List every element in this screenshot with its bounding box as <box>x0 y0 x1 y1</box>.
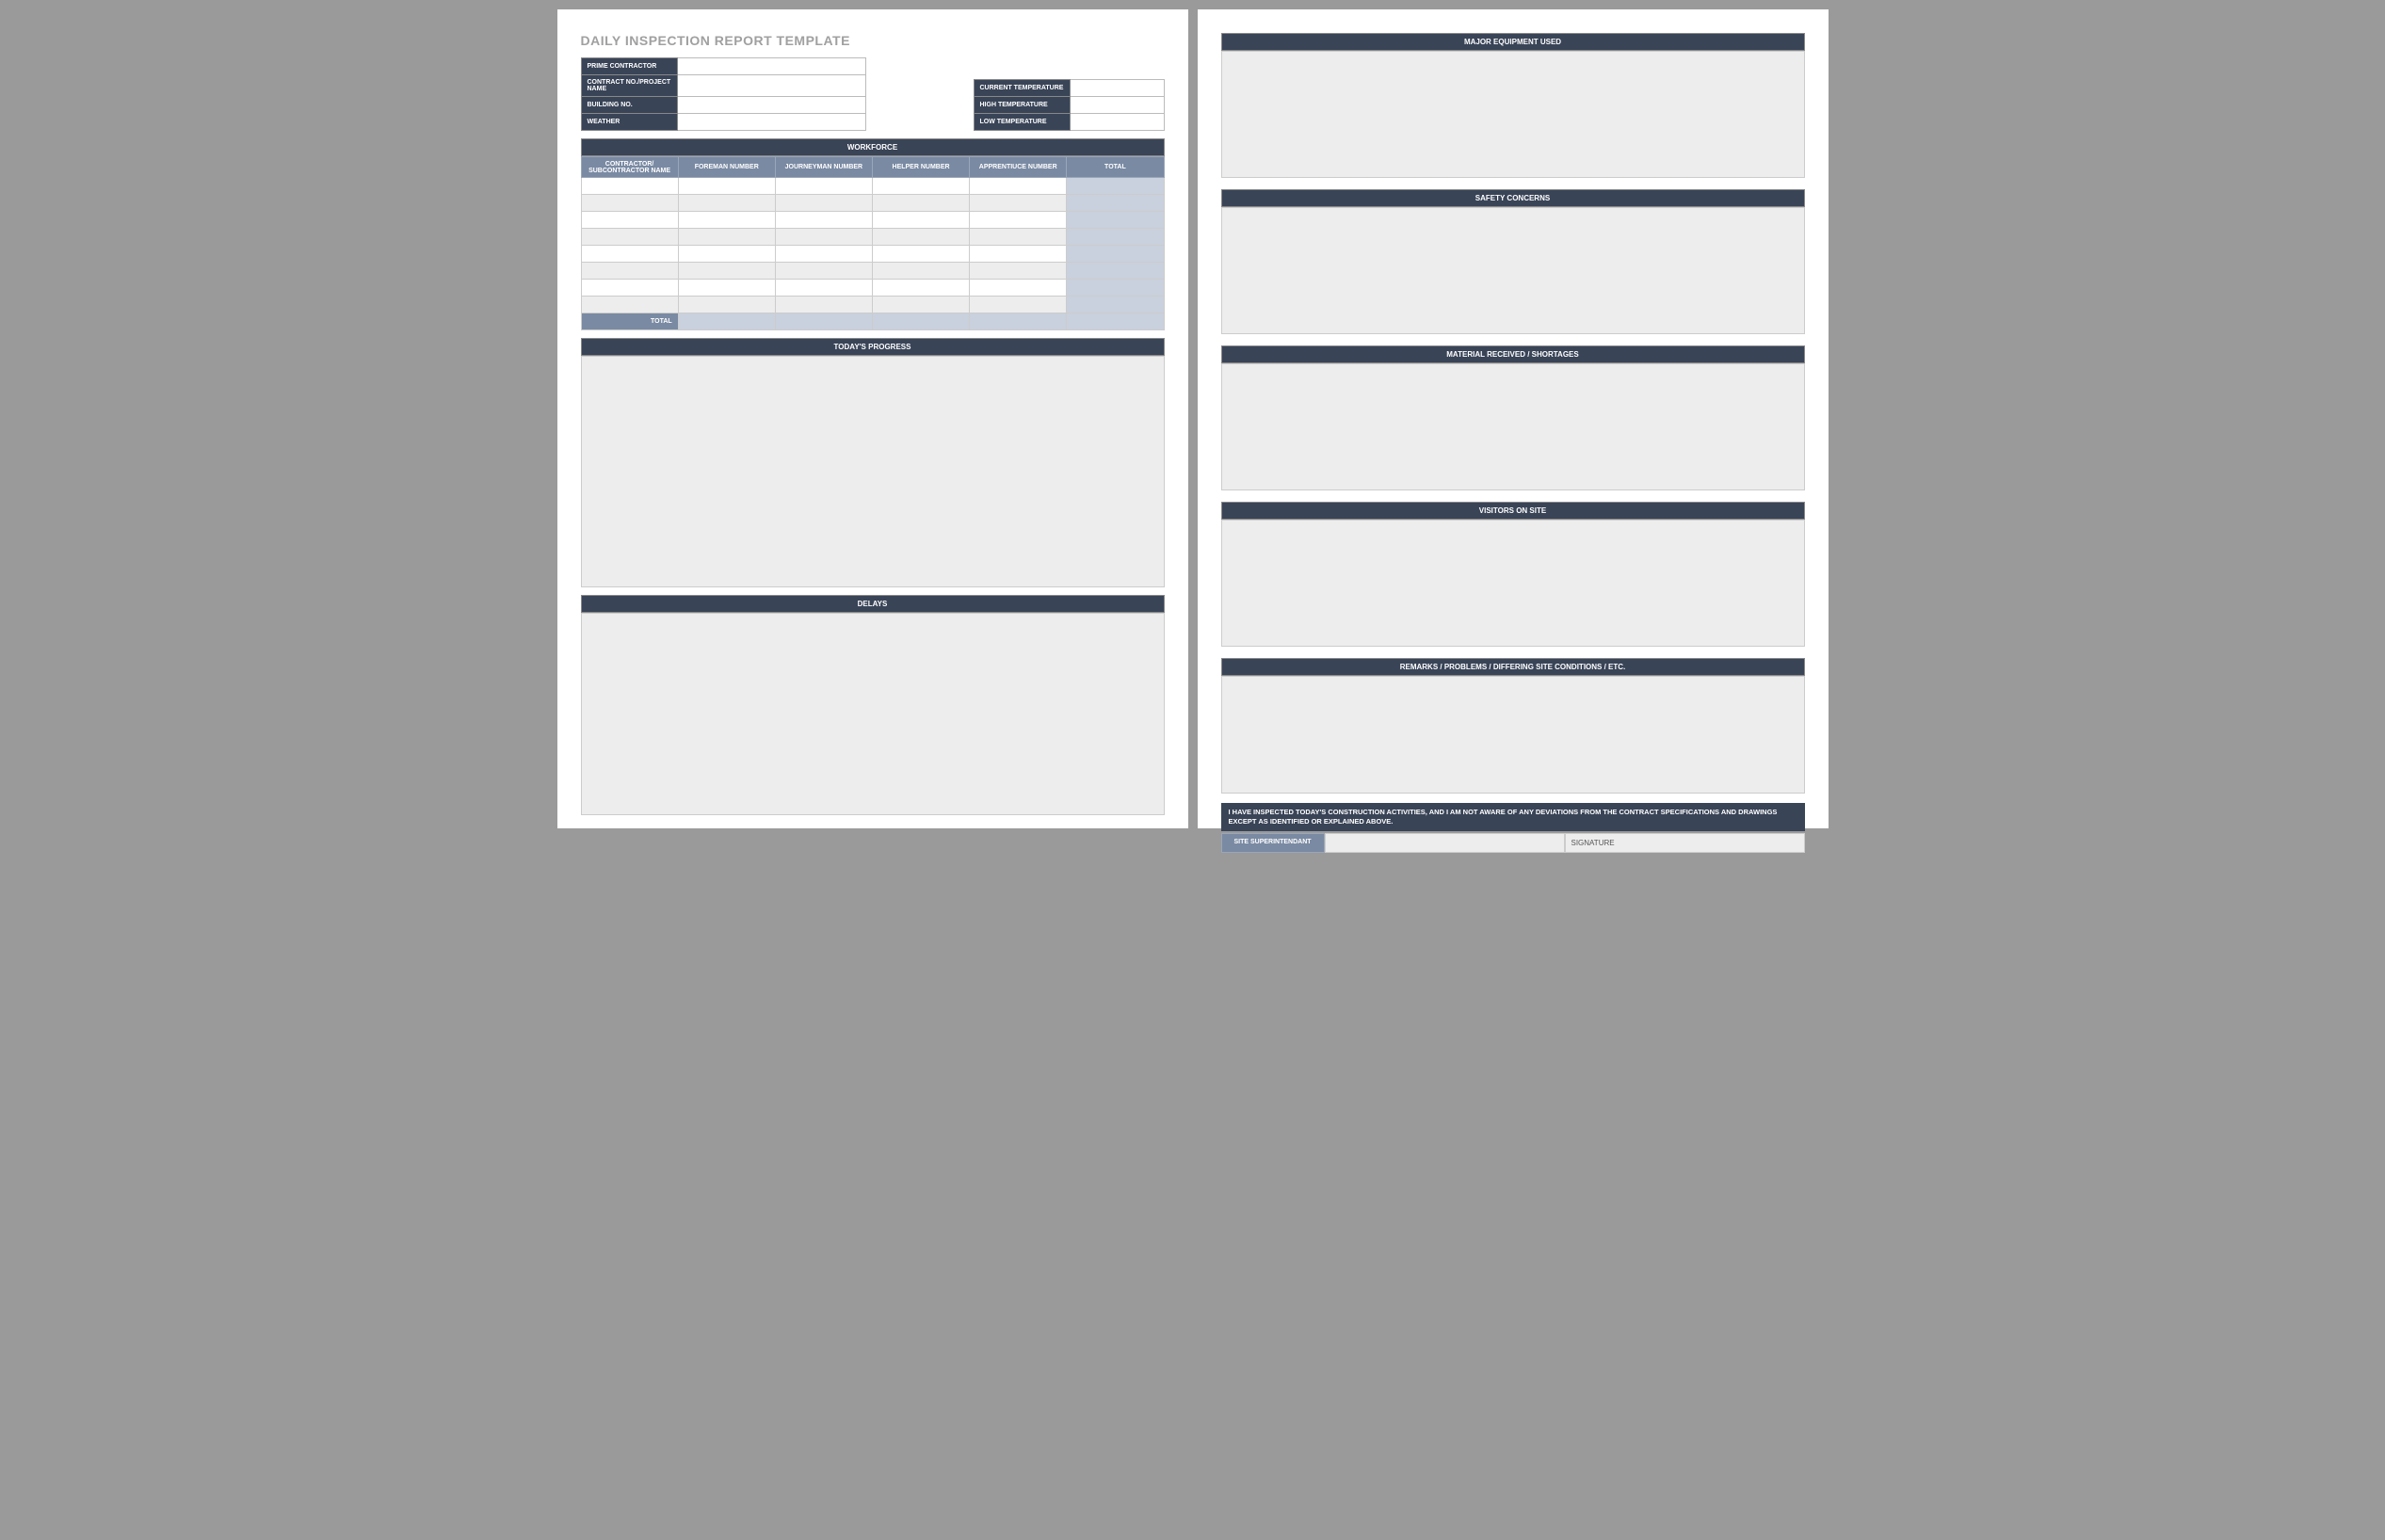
remarks-header: REMARKS / PROBLEMS / DIFFERING SITE COND… <box>1221 658 1805 676</box>
table-row <box>581 297 1164 313</box>
progress-field[interactable] <box>581 356 1165 587</box>
label-prime-contractor: PRIME CONTRACTOR <box>581 58 677 75</box>
remarks-field[interactable] <box>1221 676 1805 794</box>
col-helper: HELPER NUMBER <box>872 157 969 178</box>
info-table-left: PRIME CONTRACTOR CONTRACT NO./PROJECT NA… <box>581 57 866 131</box>
safety-field[interactable] <box>1221 207 1805 334</box>
field-building-no[interactable] <box>677 97 865 114</box>
table-row <box>581 178 1164 195</box>
label-low-temp: LOW TEMPERATURE <box>974 114 1070 131</box>
table-total-row: TOTAL <box>581 313 1164 330</box>
document-title: DAILY INSPECTION REPORT TEMPLATE <box>581 33 1165 48</box>
visitors-field[interactable] <box>1221 520 1805 647</box>
total-label: TOTAL <box>581 313 678 330</box>
equipment-field[interactable] <box>1221 51 1805 178</box>
table-row <box>581 263 1164 280</box>
signature-row: SITE SUPERINTENDANT SIGNATURE <box>1221 833 1805 853</box>
col-apprentice: APPRENTIUCE NUMBER <box>970 157 1067 178</box>
table-row <box>581 195 1164 212</box>
info-table-right: CURRENT TEMPERATURE HIGH TEMPERATURE LOW… <box>974 79 1165 131</box>
certification-statement: I HAVE INSPECTED TODAY'S CONSTRUCTION AC… <box>1221 803 1805 831</box>
equipment-header: MAJOR EQUIPMENT USED <box>1221 33 1805 51</box>
table-row <box>581 280 1164 297</box>
material-header: MATERIAL RECEIVED / SHORTAGES <box>1221 345 1805 363</box>
visitors-header: VISITORS ON SITE <box>1221 502 1805 520</box>
table-row <box>581 212 1164 229</box>
workforce-table: CONTRACTOR/ SUBCONTRACTOR NAME FOREMAN N… <box>581 156 1165 330</box>
field-low-temp[interactable] <box>1070 114 1164 131</box>
top-info-block: PRIME CONTRACTOR CONTRACT NO./PROJECT NA… <box>581 57 1165 131</box>
field-prime-contractor[interactable] <box>677 58 865 75</box>
field-current-temp[interactable] <box>1070 80 1164 97</box>
col-contractor: CONTRACTOR/ SUBCONTRACTOR NAME <box>581 157 678 178</box>
delays-field[interactable] <box>581 613 1165 815</box>
safety-header: SAFETY CONCERNS <box>1221 189 1805 207</box>
label-high-temp: HIGH TEMPERATURE <box>974 97 1070 114</box>
signature-label: SITE SUPERINTENDANT <box>1221 833 1325 853</box>
field-high-temp[interactable] <box>1070 97 1164 114</box>
col-foreman: FOREMAN NUMBER <box>678 157 775 178</box>
label-building-no: BUILDING NO. <box>581 97 677 114</box>
signature-field[interactable]: SIGNATURE <box>1565 833 1805 853</box>
signature-placeholder: SIGNATURE <box>1571 839 1615 847</box>
field-contract-no[interactable] <box>677 75 865 97</box>
material-field[interactable] <box>1221 363 1805 490</box>
label-weather: WEATHER <box>581 114 677 131</box>
table-row <box>581 246 1164 263</box>
superintendant-name-field[interactable] <box>1325 833 1565 853</box>
page-2: MAJOR EQUIPMENT USED SAFETY CONCERNS MAT… <box>1198 9 1829 828</box>
progress-header: TODAY'S PROGRESS <box>581 338 1165 356</box>
workforce-header: WORKFORCE <box>581 138 1165 156</box>
field-weather[interactable] <box>677 114 865 131</box>
table-row <box>581 229 1164 246</box>
col-journeyman: JOURNEYMAN NUMBER <box>775 157 872 178</box>
page-1: DAILY INSPECTION REPORT TEMPLATE PRIME C… <box>557 9 1188 828</box>
label-contract-no: CONTRACT NO./PROJECT NAME <box>581 75 677 97</box>
label-current-temp: CURRENT TEMPERATURE <box>974 80 1070 97</box>
delays-header: DELAYS <box>581 595 1165 613</box>
col-total: TOTAL <box>1067 157 1164 178</box>
